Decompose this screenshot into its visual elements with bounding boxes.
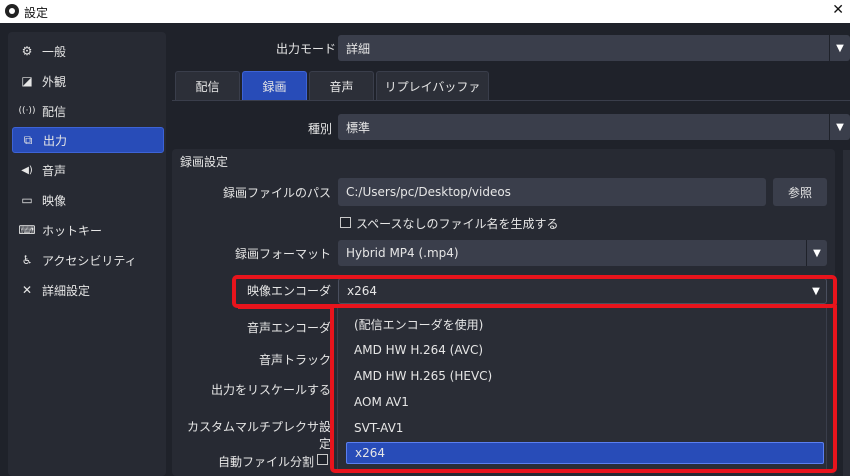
sidebar-item-label: 音声	[42, 163, 67, 178]
sidebar-item-general[interactable]: ⚙ 一般	[12, 38, 164, 64]
nospace-label: スペースなしのファイル名を生成する	[356, 217, 559, 231]
format-value: Hybrid MP4 (.mp4)	[346, 246, 459, 260]
sidebar-item-audio[interactable]: ◀) 音声	[12, 157, 164, 183]
path-input[interactable]: C:/Users/pc/Desktop/videos	[338, 178, 766, 206]
scrollbar[interactable]	[843, 150, 850, 476]
sidebar-item-label: ホットキー	[42, 223, 103, 238]
auto-split-label: 自動ファイル分割	[217, 455, 314, 469]
broadcast-icon: ((·))	[18, 106, 36, 116]
encoder-option[interactable]: (配信エンコーダを使用)	[346, 313, 820, 335]
chevron-down-icon: ▼	[812, 285, 820, 297]
output-icon: ⧉	[23, 132, 33, 147]
audio-track-label: 音声トラック	[258, 353, 331, 367]
encoder-value: x264	[347, 284, 378, 298]
group-title: 録画設定	[180, 155, 229, 169]
chevron-down-icon: ▼	[829, 35, 850, 61]
output-mode-value: 詳細	[346, 41, 371, 56]
type-value: 標準	[346, 120, 371, 135]
nospace-checkbox[interactable]	[340, 217, 351, 228]
tab-replay-buffer[interactable]: リプレイバッファ	[376, 71, 489, 101]
chevron-down-icon: ▼	[806, 240, 827, 266]
path-value: C:/Users/pc/Desktop/videos	[346, 185, 511, 199]
sidebar-item-label: 出力	[43, 133, 68, 148]
sidebar-item-label: 一般	[42, 44, 67, 59]
appearance-icon: ◪	[21, 74, 33, 88]
accessibility-icon: ♿	[21, 253, 33, 267]
settings-sidebar: ⚙ 一般 ◪ 外観 ((·)) 配信 ⧉ 出力 ◀) 音声 ▭ 映像 ⌨ ホットキー ♿ アクセ…	[8, 32, 166, 476]
encoder-option-selected[interactable]: x264	[346, 442, 824, 464]
obs-logo-icon	[5, 4, 19, 18]
sidebar-item-hotkeys[interactable]: ⌨ ホットキー	[12, 217, 164, 243]
sidebar-item-video[interactable]: ▭ 映像	[12, 187, 164, 213]
encoder-label: 映像エンコーダ	[246, 284, 331, 298]
sidebar-item-advanced[interactable]: ✕ 詳細設定	[12, 277, 164, 303]
sidebar-item-label: 映像	[42, 193, 67, 208]
rescale-label: 出力をリスケールする	[210, 383, 331, 397]
gear-icon: ⚙	[21, 44, 33, 58]
format-label: 録画フォーマット	[234, 247, 331, 261]
keyboard-icon: ⌨	[18, 223, 36, 237]
sidebar-item-accessibility[interactable]: ♿ アクセシビリティ	[12, 247, 164, 273]
encoder-option[interactable]: SVT-AV1	[346, 417, 820, 439]
encoder-option[interactable]: AMD HW H.265 (HEVC)	[346, 365, 820, 387]
monitor-icon: ▭	[21, 193, 33, 207]
browse-button[interactable]: 参照	[773, 178, 827, 206]
encoder-dropdown-list: (配信エンコーダを使用) AMD HW H.264 (AVC) AMD HW H…	[337, 304, 827, 470]
audio-encoder-label: 音声エンコーダ	[246, 321, 331, 335]
path-label: 録画ファイルのパス	[222, 186, 331, 200]
tab-recording[interactable]: 録画	[242, 71, 307, 101]
auto-split-checkbox[interactable]	[317, 454, 328, 465]
chevron-down-icon: ▼	[829, 114, 850, 140]
type-label: 種別	[307, 122, 332, 136]
sidebar-item-label: 配信	[42, 104, 67, 119]
encoder-option[interactable]: AOM AV1	[346, 391, 820, 413]
tab-divider	[172, 100, 850, 101]
tab-audio[interactable]: 音声	[309, 71, 374, 101]
encoder-select[interactable]: x264 ▼	[338, 278, 827, 304]
speaker-icon: ◀)	[21, 164, 33, 176]
sidebar-item-label: 詳細設定	[42, 283, 91, 298]
custom-muxer-label: カスタムマルチプレクサ設定	[186, 420, 331, 451]
close-icon[interactable]: ✕	[832, 2, 844, 18]
encoder-option[interactable]: AMD HW H.264 (AVC)	[346, 339, 820, 361]
sidebar-item-stream[interactable]: ((·)) 配信	[12, 98, 164, 124]
sidebar-item-output[interactable]: ⧉ 出力	[12, 127, 164, 153]
sidebar-item-appearance[interactable]: ◪ 外観	[12, 68, 164, 94]
sidebar-item-label: 外観	[42, 74, 67, 89]
title-bar: 設定 ✕	[0, 0, 850, 23]
output-mode-select[interactable]: 詳細 ▼	[338, 35, 850, 61]
output-mode-label: 出力モード	[275, 42, 336, 56]
sidebar-item-label: アクセシビリティ	[42, 253, 137, 268]
format-select[interactable]: Hybrid MP4 (.mp4) ▼	[338, 240, 827, 266]
highlight-connector	[238, 305, 330, 309]
window-title: 設定	[24, 6, 49, 20]
type-select[interactable]: 標準 ▼	[338, 114, 850, 140]
tab-stream[interactable]: 配信	[175, 71, 240, 101]
tools-icon: ✕	[21, 283, 33, 297]
